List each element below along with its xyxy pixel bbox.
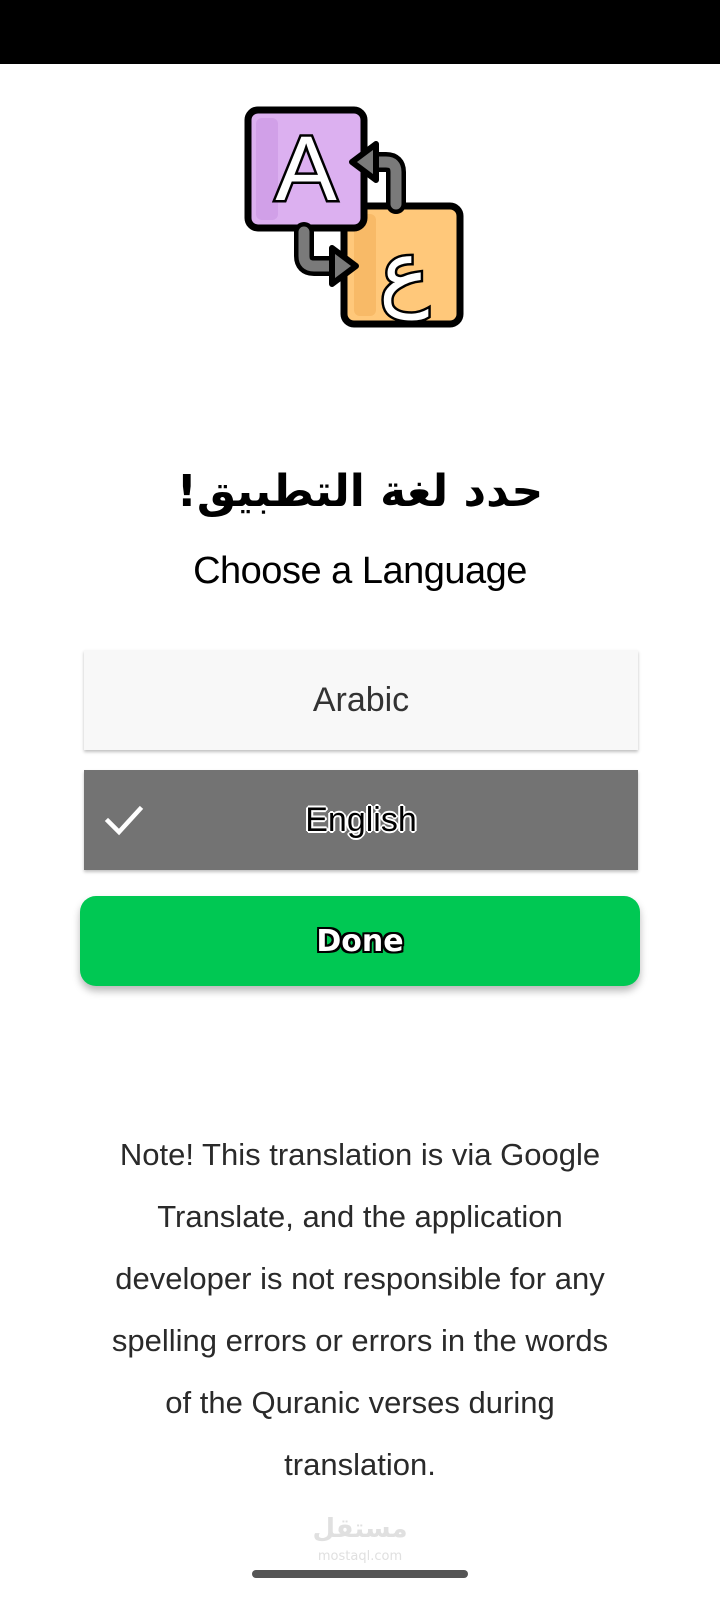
- watermark-logo-url: mostaql.com: [317, 1549, 403, 1564]
- language-option-arabic[interactable]: Arabic: [84, 650, 638, 750]
- page-title-english: Choose a Language: [193, 550, 527, 592]
- watermark-logo-arabic: مستقل: [312, 1514, 408, 1544]
- translation-note: Note! This translation is via Google Tra…: [111, 1137, 609, 1482]
- status-bar: [0, 0, 720, 64]
- language-option-label: English: [305, 800, 417, 839]
- logo-letter-latin: A: [275, 118, 337, 220]
- logo-letter-arabic: ع: [379, 222, 429, 321]
- done-button[interactable]: Done: [80, 896, 640, 986]
- home-indicator[interactable]: [252, 1570, 468, 1578]
- translate-icon: A ع: [244, 106, 464, 328]
- language-option-label: Arabic: [312, 680, 410, 719]
- checkmark-icon: [104, 805, 144, 836]
- page-title-arabic: حدد لغة التطبيق!: [176, 466, 544, 517]
- language-option-english[interactable]: English: [84, 770, 638, 870]
